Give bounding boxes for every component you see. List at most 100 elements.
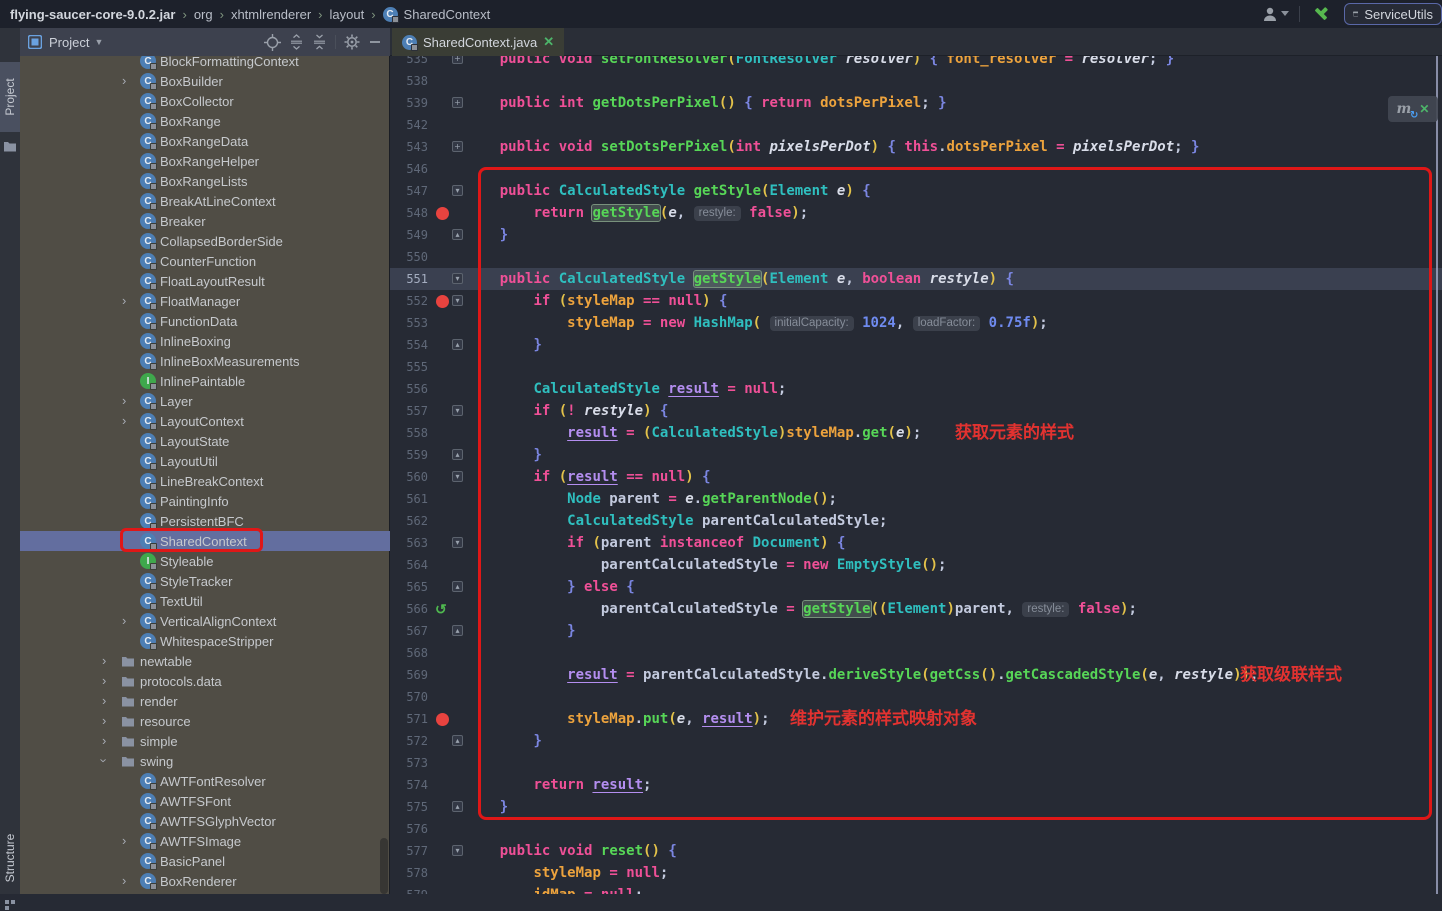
code-line-560[interactable]: 560▾ if (result == null) {: [390, 466, 1442, 488]
tree-chevron-icon[interactable]: ›: [122, 874, 126, 887]
tree-item-boxrange[interactable]: CBoxRange: [20, 111, 390, 131]
tree-item-styletracker[interactable]: CStyleTracker: [20, 571, 390, 591]
tree-item-resource[interactable]: ›resource: [20, 711, 390, 731]
line-number[interactable]: 550: [396, 246, 428, 268]
tree-chevron-icon[interactable]: ›: [102, 674, 106, 687]
breadcrumb-org[interactable]: org: [194, 7, 213, 22]
line-number[interactable]: 553: [396, 312, 428, 334]
widget-close-icon[interactable]: ✕: [1419, 102, 1429, 116]
tree-item-swing[interactable]: ›swing: [20, 751, 390, 771]
tree-item-awtfontresolver[interactable]: CAWTFontResolver: [20, 771, 390, 791]
tree-item-awtfsglyphvector[interactable]: CAWTFSGlyphVector: [20, 811, 390, 831]
fold-marker-icon[interactable]: ▾: [452, 405, 463, 416]
tree-chevron-icon[interactable]: ›: [122, 414, 126, 427]
fold-marker-icon[interactable]: ▴: [452, 449, 463, 460]
code-line-563[interactable]: 563▾ if (parent instanceof Document) {: [390, 532, 1442, 554]
tree-item-floatlayoutresult[interactable]: CFloatLayoutResult: [20, 271, 390, 291]
tree-item-blockformattingcontext[interactable]: CBlockFormattingContext: [20, 56, 390, 71]
code-line-535[interactable]: 535+ public void setFontResolver(FontRes…: [390, 56, 1442, 70]
line-number[interactable]: 551: [396, 268, 428, 290]
tree-item-protocols.data[interactable]: ›protocols.data: [20, 671, 390, 691]
fold-marker-icon[interactable]: ▴: [452, 339, 463, 350]
tree-item-textutil[interactable]: CTextUtil: [20, 591, 390, 611]
run-configuration-selector[interactable]: ServiceUtils: [1344, 3, 1442, 25]
fold-marker-icon[interactable]: +: [452, 97, 463, 108]
code-line-538[interactable]: 538: [390, 70, 1442, 92]
tree-item-sharedcontext[interactable]: CSharedContext: [20, 531, 390, 551]
locate-file-button[interactable]: [264, 34, 281, 51]
line-number[interactable]: 563: [396, 532, 428, 554]
line-number[interactable]: 543: [396, 136, 428, 158]
code-line-567[interactable]: 567▴ }: [390, 620, 1442, 642]
tree-scrollbar[interactable]: [380, 838, 388, 894]
tab-sharedcontext-java[interactable]: C SharedContext.java ✕: [392, 28, 564, 56]
tree-item-awtfsfont[interactable]: CAWTFSFont: [20, 791, 390, 811]
code-line-542[interactable]: 542: [390, 114, 1442, 136]
tree-item-inlineboxmeasurements[interactable]: CInlineBoxMeasurements: [20, 351, 390, 371]
breadcrumb-class[interactable]: SharedContext: [404, 7, 491, 22]
tab-close-icon[interactable]: ✕: [543, 34, 554, 50]
tree-item-awtfsimage[interactable]: ›CAWTFSImage: [20, 831, 390, 851]
tree-chevron-icon[interactable]: ›: [122, 74, 126, 87]
tree-item-render[interactable]: ›render: [20, 691, 390, 711]
line-number[interactable]: 575: [396, 796, 428, 818]
line-number[interactable]: 549: [396, 224, 428, 246]
code-line-577[interactable]: 577▾ public void reset() {: [390, 840, 1442, 862]
code-line-553[interactable]: 553 styleMap = new HashMap( initialCapac…: [390, 312, 1442, 334]
panel-title[interactable]: Project: [49, 35, 89, 50]
tree-item-styleable[interactable]: IStyleable: [20, 551, 390, 571]
line-number[interactable]: 578: [396, 862, 428, 884]
line-number[interactable]: 559: [396, 444, 428, 466]
tree-item-inlinepaintable[interactable]: IInlinePaintable: [20, 371, 390, 391]
tree-item-collapsedborderside[interactable]: CCollapsedBorderSide: [20, 231, 390, 251]
line-number[interactable]: 572: [396, 730, 428, 752]
breakpoint-icon[interactable]: [436, 295, 449, 308]
tree-item-boxrangelists[interactable]: CBoxRangeLists: [20, 171, 390, 191]
tree-item-breakatlinecontext[interactable]: CBreakAtLineContext: [20, 191, 390, 211]
code-line-557[interactable]: 557▾ if (! restyle) {: [390, 400, 1442, 422]
breakpoint-icon[interactable]: [436, 713, 449, 726]
breakpoint-icon[interactable]: [436, 207, 449, 220]
code-line-539[interactable]: 539+ public int getDotsPerPixel() { retu…: [390, 92, 1442, 114]
line-number[interactable]: 565: [396, 576, 428, 598]
line-number[interactable]: 564: [396, 554, 428, 576]
line-number[interactable]: 579: [396, 884, 428, 894]
tree-item-boxrenderer[interactable]: ›CBoxRenderer: [20, 871, 390, 891]
code-line-550[interactable]: 550: [390, 246, 1442, 268]
tree-item-newtable[interactable]: ›newtable: [20, 651, 390, 671]
code-editor[interactable]: 535+ public void setFontResolver(FontRes…: [390, 56, 1442, 894]
tree-chevron-icon[interactable]: ›: [122, 614, 126, 627]
expand-all-button[interactable]: [289, 34, 304, 50]
chevron-down-icon[interactable]: ▼: [94, 37, 103, 47]
code-line-554[interactable]: 554▴ }: [390, 334, 1442, 356]
tree-item-breaker[interactable]: CBreaker: [20, 211, 390, 231]
tree-item-verticalaligncontext[interactable]: ›CVerticalAlignContext: [20, 611, 390, 631]
line-number[interactable]: 573: [396, 752, 428, 774]
tree-item-layoutcontext[interactable]: ›CLayoutContext: [20, 411, 390, 431]
code-line-576[interactable]: 576: [390, 818, 1442, 840]
user-profile-icon[interactable]: [1261, 5, 1289, 23]
tree-item-inlineboxing[interactable]: CInlineBoxing: [20, 331, 390, 351]
fold-marker-icon[interactable]: ▾: [452, 471, 463, 482]
tree-chevron-icon[interactable]: ›: [98, 758, 111, 762]
tree-item-simple[interactable]: ›simple: [20, 731, 390, 751]
line-number[interactable]: 577: [396, 840, 428, 862]
tree-item-functiondata[interactable]: CFunctionData: [20, 311, 390, 331]
code-line-574[interactable]: 574 return result;: [390, 774, 1442, 796]
line-number[interactable]: 567: [396, 620, 428, 642]
code-line-569[interactable]: 569 result = parentCalculatedStyle.deriv…: [390, 664, 1442, 686]
fold-marker-icon[interactable]: ▾: [452, 273, 463, 284]
line-number[interactable]: 554: [396, 334, 428, 356]
line-number[interactable]: 558: [396, 422, 428, 444]
fold-marker-icon[interactable]: ▾: [452, 537, 463, 548]
line-number[interactable]: 574: [396, 774, 428, 796]
tree-chevron-icon[interactable]: ›: [102, 654, 106, 667]
fold-marker-icon[interactable]: ▴: [452, 229, 463, 240]
code-line-556[interactable]: 556 CalculatedStyle result = null;: [390, 378, 1442, 400]
line-number[interactable]: 547: [396, 180, 428, 202]
line-number[interactable]: 576: [396, 818, 428, 840]
tree-item-layer[interactable]: ›CLayer: [20, 391, 390, 411]
fold-marker-icon[interactable]: ▴: [452, 801, 463, 812]
build-hammer-icon[interactable]: [1310, 4, 1332, 24]
code-line-558[interactable]: 558 result = (CalculatedStyle)styleMap.g…: [390, 422, 1442, 444]
